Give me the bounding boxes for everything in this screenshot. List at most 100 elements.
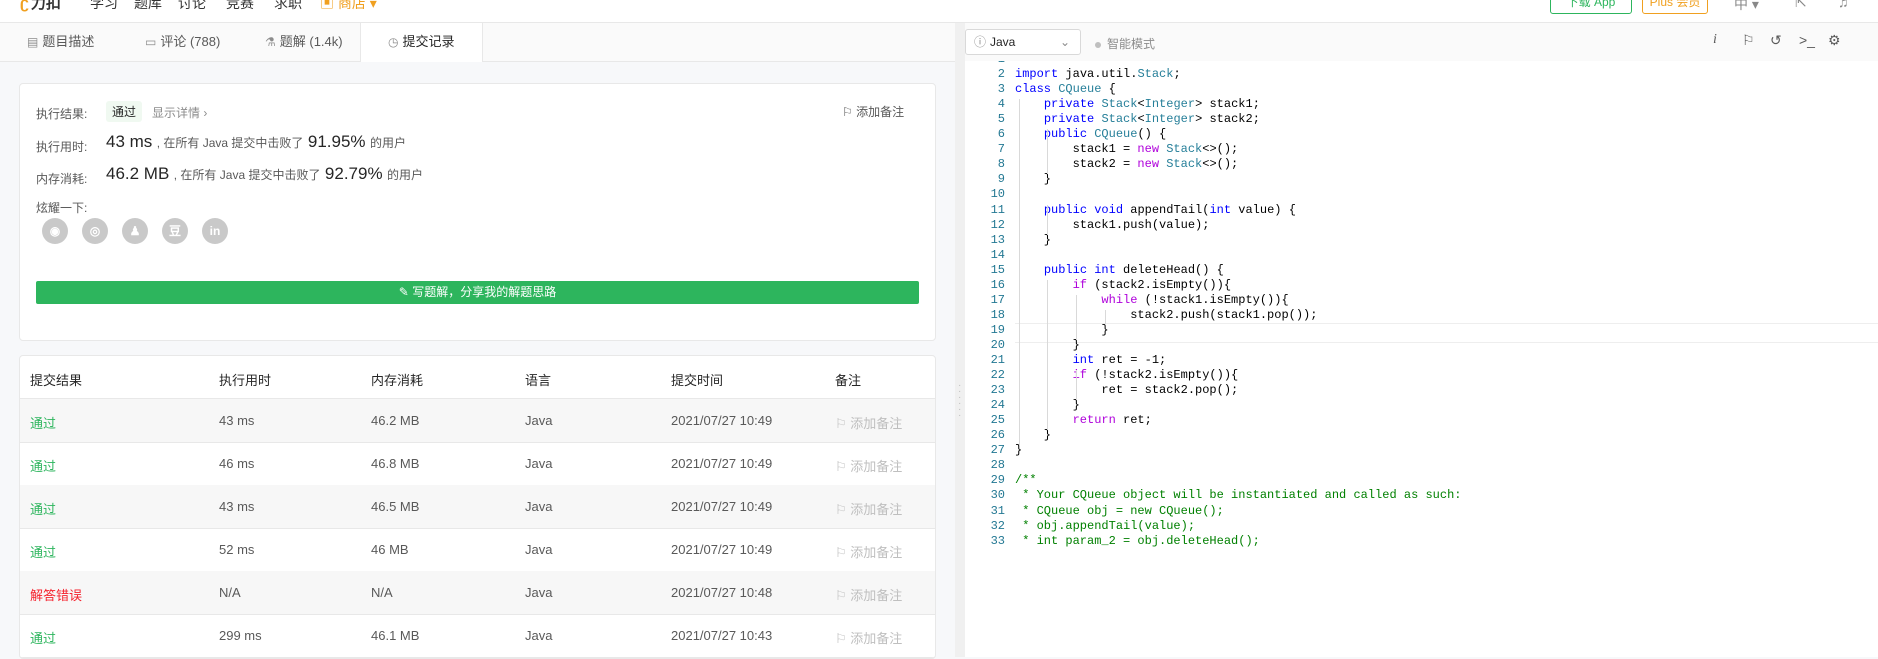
code-line[interactable]: /** (1015, 473, 1037, 487)
language-select[interactable]: ⓘ Java ⌄ (965, 29, 1081, 55)
code-line[interactable]: } (1015, 172, 1051, 186)
line-number: 11 (990, 202, 1005, 217)
code-line[interactable]: stack1.push(value); (1015, 218, 1210, 232)
line-number: 33 (990, 533, 1005, 548)
add-note-label: 添加备注 (856, 105, 905, 119)
write-solution-button[interactable]: ✎ 写题解，分享我的解题思路 (36, 281, 919, 304)
code-line[interactable]: ret = stack2.pop(); (1015, 383, 1238, 397)
nav-item-learn[interactable]: 学习 (90, 0, 118, 13)
status-cell[interactable]: 通过 (30, 628, 56, 647)
add-note-cell[interactable]: ⚐ 添加备注 (835, 413, 902, 432)
code-line[interactable]: public void appendTail(int value) { (1015, 203, 1296, 217)
code-line[interactable]: stack2 = new Stack<>(); (1015, 157, 1239, 171)
code-line[interactable]: } (1015, 443, 1022, 457)
reset-icon[interactable]: ↺ (1770, 32, 1782, 49)
add-note-cell[interactable]: ⚐ 添加备注 (835, 585, 902, 604)
table-row[interactable]: 通过 52 ms 46 MB Java 2021/07/27 10:49 ⚐ 添… (20, 528, 935, 572)
clock-icon: ◷ (388, 35, 399, 49)
table-row[interactable]: 通过 43 ms 46.5 MB Java 2021/07/27 10:49 ⚐… (20, 485, 935, 529)
pane-splitter[interactable]: · · · · · · (955, 23, 965, 657)
console-icon[interactable]: >_ (1799, 32, 1815, 48)
language-switch-icon[interactable]: 中 ▾ (1734, 0, 1759, 14)
tab-label: 题目描述 (42, 34, 95, 49)
add-note-cell[interactable]: ⚐ 添加备注 (835, 456, 902, 475)
download-app-button[interactable]: 下载 App (1550, 0, 1632, 14)
douban-icon[interactable]: 豆 (162, 218, 188, 244)
linkedin-icon[interactable]: in (202, 218, 228, 244)
wechat-icon[interactable]: ◉ (42, 218, 68, 244)
plus-member-button[interactable]: Plus 会员 (1642, 0, 1708, 14)
qq-icon[interactable]: ♟ (122, 218, 148, 244)
code-line[interactable]: * CQueue obj = new CQueue(); (1015, 504, 1224, 518)
flag-icon: ⚐ (835, 416, 847, 431)
nav-item-contest[interactable]: 竞赛 (226, 0, 254, 13)
code-line[interactable]: stack1 = new Stack<>(); (1015, 142, 1239, 156)
line-number: 14 (990, 247, 1005, 262)
show-details-link[interactable]: 显示详情 › (152, 104, 207, 121)
line-number: 21 (990, 353, 1005, 367)
status-cell[interactable]: 通过 (30, 413, 56, 432)
settings-gear-icon[interactable]: ⚙ (1828, 32, 1841, 49)
tab-label: 题解 (1.4k) (279, 34, 343, 49)
line-number: 4 (997, 97, 1005, 112)
flask-icon: ⚗ (265, 35, 276, 49)
run-flag-icon[interactable]: ⚐ (1742, 32, 1755, 49)
code-line[interactable]: * int param_2 = obj.deleteHead(); (1015, 534, 1260, 548)
status-cell[interactable]: 通过 (30, 499, 56, 518)
add-note-cell[interactable]: ⚐ 添加备注 (835, 628, 902, 647)
status-cell[interactable]: 通过 (30, 542, 56, 561)
code-editor[interactable]: 1234567891011121314151617181920212223242… (965, 61, 1878, 657)
code-line[interactable]: public int deleteHead() { (1015, 263, 1224, 277)
code-line[interactable]: return ret; (1015, 413, 1152, 427)
code-line[interactable]: * obj.appendTail(value); (1015, 519, 1195, 533)
notification-bell-icon[interactable]: ♫ (1838, 0, 1849, 10)
table-row[interactable]: 通过 46 ms 46.8 MB Java 2021/07/27 10:49 ⚐… (20, 442, 935, 486)
code-line[interactable]: while (!stack1.isEmpty()){ (1015, 293, 1288, 307)
line-number: 18 (990, 307, 1005, 322)
add-note-cell[interactable]: ⚐ 添加备注 (835, 499, 902, 518)
info-italic-icon[interactable]: i (1713, 32, 1717, 48)
smart-mode-label: 智能模式 (1107, 37, 1156, 51)
nav-item-store[interactable]: ▣ 商店 ▾ (320, 0, 377, 13)
code-line[interactable]: } (1015, 323, 1108, 337)
indent-guide (1076, 294, 1078, 340)
line-number: 32 (990, 518, 1005, 533)
nav-item-problems[interactable]: 题库 (134, 0, 162, 13)
code-line[interactable]: import java.util.Stack; (1015, 67, 1181, 81)
table-row[interactable]: 通过 299 ms 46.1 MB Java 2021/07/27 10:43 … (20, 614, 935, 658)
share-icon[interactable]: ⇱ (1795, 0, 1807, 11)
note-label: 添加备注 (850, 631, 903, 646)
nav-item-jobs[interactable]: 求职 (274, 0, 302, 13)
submitted-cell: 2021/07/27 10:49 (671, 542, 773, 557)
code-line[interactable]: public CQueue() { (1015, 127, 1166, 141)
code-line[interactable]: } (1015, 428, 1051, 442)
status-cell[interactable]: 解答错误 (30, 585, 82, 604)
add-note-button[interactable]: ⚐ 添加备注 (842, 103, 904, 120)
code-line[interactable]: private Stack<Integer> stack1; (1015, 97, 1260, 111)
status-cell[interactable]: 通过 (30, 456, 56, 475)
code-line[interactable]: * Your CQueue object will be instantiate… (1015, 488, 1461, 502)
smart-mode-toggle[interactable]: 智能模式 (1095, 35, 1155, 52)
code-line[interactable]: class CQueue { (1015, 82, 1116, 96)
drag-handle-icon[interactable]: · · · · · · (958, 381, 961, 421)
note-label: 添加备注 (850, 416, 903, 431)
flag-icon: ⚐ (835, 588, 847, 603)
runtime-stat: 43 ms , 在所有 Java 提交中击败了 91.95% 的用户 (106, 132, 406, 152)
add-note-cell[interactable]: ⚐ 添加备注 (835, 542, 902, 561)
tab-solutions[interactable]: ⚗ 题解 (1.4k) (238, 23, 370, 61)
code-line[interactable]: if (!stack2.isEmpty()){ (1015, 368, 1239, 382)
tab-description[interactable]: ▤ 题目描述 (0, 23, 121, 61)
code-line[interactable]: private Stack<Integer> stack2; (1015, 112, 1260, 126)
line-number: 17 (990, 292, 1005, 307)
weibo-icon[interactable]: ◎ (82, 218, 108, 244)
nav-item-discuss[interactable]: 讨论 (178, 0, 206, 13)
tab-comments[interactable]: ▭ 评论 (788) (118, 23, 247, 61)
table-row[interactable]: 通过 43 ms 46.2 MB Java 2021/07/27 10:49 ⚐… (20, 399, 935, 443)
runtime-cell: 52 ms (219, 542, 255, 557)
site-logo[interactable]: ʗ 力扣 (20, 0, 61, 13)
tab-submissions[interactable]: ◷ 提交记录 (360, 23, 483, 62)
code-line[interactable]: int ret = -1; (1015, 353, 1167, 367)
code-line[interactable]: stack2.push(stack1.pop()); (1015, 308, 1317, 322)
table-row[interactable]: 解答错误 N/A N/A Java 2021/07/27 10:48 ⚐ 添加备… (20, 571, 935, 615)
code-line[interactable]: } (1015, 233, 1051, 247)
